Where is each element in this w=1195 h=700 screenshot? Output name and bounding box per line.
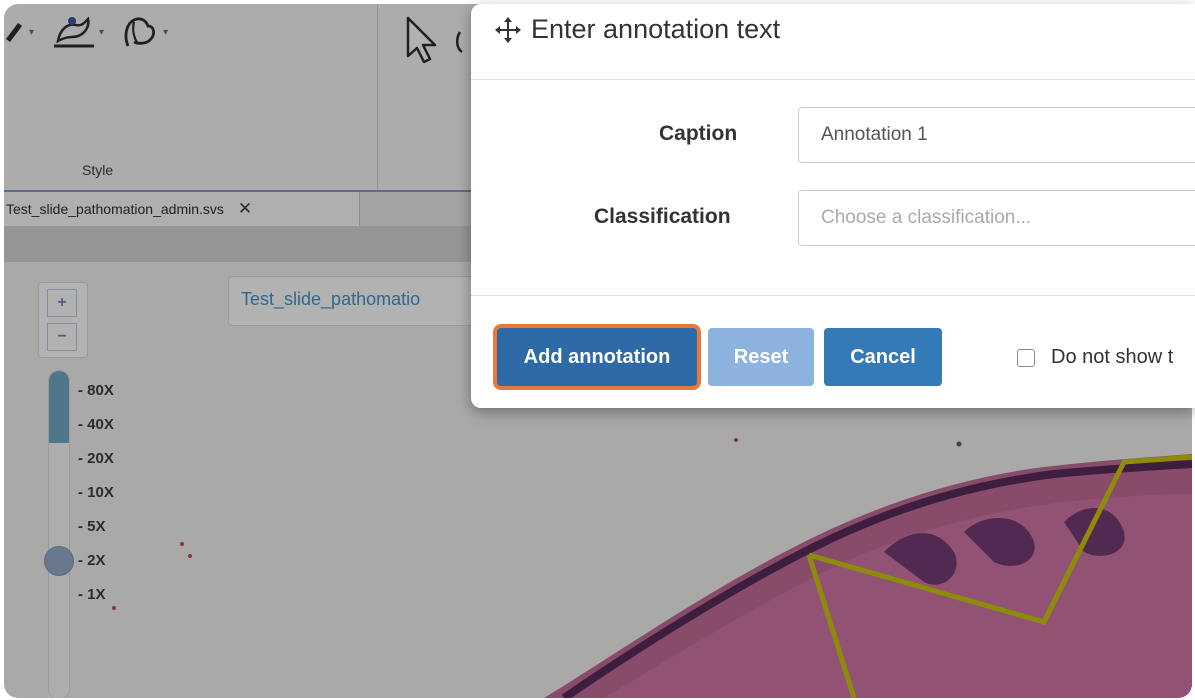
classification-select[interactable] [798, 190, 1195, 246]
reset-button[interactable]: Reset [708, 328, 814, 386]
move-icon[interactable] [493, 15, 523, 45]
do-not-show-checkbox[interactable] [1017, 348, 1035, 367]
classification-label: Classification [594, 205, 731, 228]
dialog-body: Caption Classification [471, 80, 1195, 296]
do-not-show-option[interactable]: Do not show t [1017, 346, 1173, 369]
add-annotation-button[interactable]: Add annotation [497, 328, 697, 386]
dialog-title: Enter annotation text [531, 14, 781, 44]
dialog-footer: Add annotation Reset Cancel Do not show … [471, 296, 1195, 408]
do-not-show-label: Do not show t [1051, 346, 1174, 368]
annotation-dialog: Enter annotation text Caption Classifica… [471, 4, 1195, 408]
caption-input[interactable] [798, 107, 1195, 163]
cancel-button[interactable]: Cancel [824, 328, 942, 386]
dialog-header[interactable]: Enter annotation text [471, 4, 1195, 80]
caption-label: Caption [659, 122, 738, 145]
